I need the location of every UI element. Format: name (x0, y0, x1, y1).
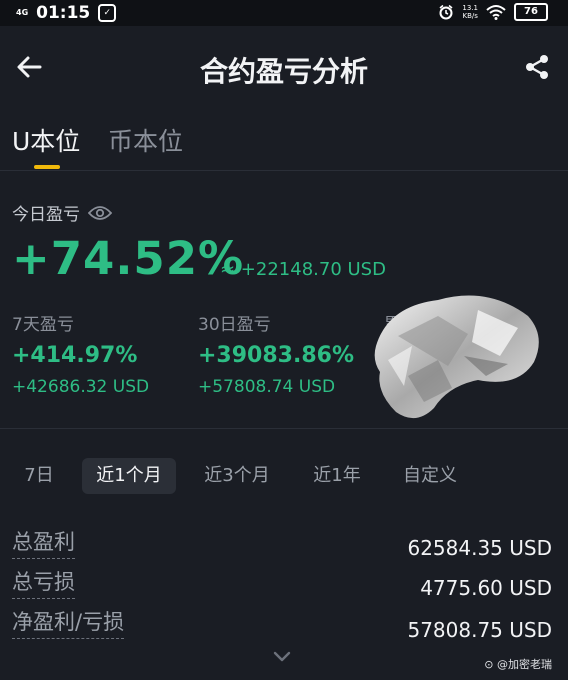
network-speed-unit: KB/s (462, 12, 478, 20)
net-pnl-label[interactable]: 净盈利/亏损 (12, 606, 125, 639)
period-custom[interactable]: 自定义 (392, 458, 468, 494)
network-speed: 13.1 KB/s (462, 4, 478, 20)
active-tab-indicator (34, 165, 60, 169)
tab-coin-margined[interactable]: 币本位 (108, 122, 183, 158)
watermark: ⊙ @加密老瑞 (484, 658, 552, 671)
period-7d[interactable]: 7日 (16, 458, 62, 494)
period-1-year[interactable]: 近1年 (304, 458, 370, 494)
status-time: 01:15 (36, 3, 91, 23)
stat-7d-usd: +42686.32 USD (12, 377, 150, 397)
share-icon[interactable] (522, 52, 552, 82)
total-loss-value: 4775.60 USD (420, 576, 552, 600)
page-title: 合约盈亏分析 (199, 55, 368, 88)
battery-indicator: 76 (514, 3, 548, 21)
period-3-months[interactable]: 近3个月 (194, 458, 280, 494)
section-divider (0, 428, 568, 429)
period-1-month[interactable]: 近1个月 (82, 458, 176, 494)
stat-30d-label: 30日盈亏 (198, 315, 271, 335)
tab-usdt-margined[interactable]: U本位 (12, 122, 80, 158)
total-profit-label[interactable]: 总盈利 (12, 526, 75, 559)
stat-7d-percent: +414.97% (12, 343, 138, 368)
today-pnl-label: 今日盈亏 (12, 205, 80, 225)
eye-icon[interactable] (88, 205, 112, 221)
status-bar-right: 13.1 KB/s 76 (438, 3, 548, 21)
margin-type-tabs: U本位 币本位 (0, 112, 568, 171)
today-pnl-percent: +74.52% (12, 232, 245, 285)
today-pnl-header: 今日盈亏 (12, 200, 112, 225)
notification-icon: ✓ (98, 4, 117, 22)
total-profit-value: 62584.35 USD (407, 536, 552, 560)
today-pnl-usd: ≈ +22148.70 USD (220, 259, 386, 280)
stat-30d-usd: +57808.74 USD (198, 377, 336, 397)
status-bar-left: 4G 01:15 ✓ (16, 3, 117, 23)
alarm-icon (439, 4, 453, 20)
network-indicator: 4G (16, 8, 29, 17)
chevron-down-icon[interactable] (272, 650, 292, 664)
stat-30d-percent: +39083.86% (198, 343, 354, 368)
navigation-bar: 合约盈亏分析 (0, 26, 568, 112)
net-pnl-value: 57808.75 USD (407, 618, 552, 642)
wifi-icon (486, 5, 506, 20)
stat-7d-label: 7天盈亏 (12, 315, 74, 335)
crystal-sticker (374, 295, 539, 419)
status-bar: 4G 01:15 ✓ 13.1 KB/s 76 (0, 0, 568, 26)
total-loss-label[interactable]: 总亏损 (12, 566, 75, 599)
network-speed-value: 13.1 (462, 4, 478, 12)
